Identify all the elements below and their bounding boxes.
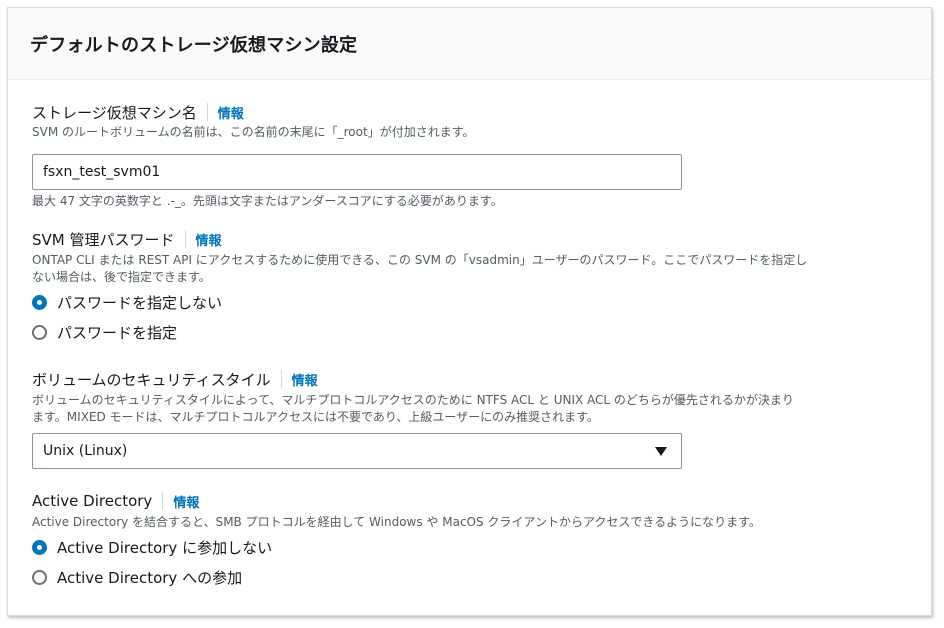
radio-label: Active Directory への参加 — [57, 568, 243, 587]
divider — [206, 103, 208, 121]
settings-panel: デフォルトのストレージ仮想マシン設定 ストレージ仮想マシン名 情報 SVM のル… — [7, 7, 932, 616]
radio-no-password[interactable]: パスワードを指定しない — [32, 287, 912, 317]
svm-password-field: SVM 管理パスワード 情報 ONTAP CLI または REST API にア… — [32, 228, 912, 347]
radio-do-not-join-ad[interactable]: Active Directory に参加しない — [32, 532, 912, 562]
security-style-info-link[interactable]: 情報 — [292, 370, 318, 389]
divider — [184, 230, 186, 248]
radio-specify-password[interactable]: パスワードを指定 — [32, 317, 912, 347]
radio-unchecked-icon[interactable] — [32, 569, 47, 585]
security-style-field: ボリュームのセキュリティスタイル 情報 ボリュームのセキュリティスタイルによって… — [32, 368, 912, 469]
svm-name-input[interactable] — [32, 154, 682, 190]
svm-name-field: ストレージ仮想マシン名 情報 SVM のルートボリュームの名前は、この名前の末尾… — [32, 101, 912, 210]
security-style-select[interactable]: Unix (Linux) — [32, 433, 682, 469]
svm-password-description-line1: ONTAP CLI または REST API にアクセスするために使用できる、こ… — [32, 253, 808, 267]
svm-name-description: SVM のルートボリュームの名前は、この名前の末尾に「_root」が付加されます… — [32, 125, 475, 139]
divider — [280, 370, 282, 388]
radio-checked-icon[interactable] — [32, 539, 47, 555]
active-directory-label: Active Directory — [32, 492, 153, 510]
security-style-label-row: ボリュームのセキュリティスタイル 情報 — [32, 368, 912, 390]
radio-label: Active Directory に参加しない — [57, 538, 273, 557]
svm-name-hint: 最大 47 文字の英数字と .-_。先頭は文字またはアンダースコアにする必要があ… — [32, 194, 503, 208]
caret-down-icon — [655, 446, 667, 456]
panel-title: デフォルトのストレージ仮想マシン設定 — [30, 34, 358, 56]
radio-unchecked-icon[interactable] — [32, 324, 47, 340]
svm-name-label: ストレージ仮想マシン名 — [32, 103, 197, 122]
svm-password-label-row: SVM 管理パスワード 情報 — [32, 228, 912, 250]
active-directory-field: Active Directory 情報 Active Directory を結合… — [32, 490, 912, 592]
radio-checked-icon[interactable] — [32, 294, 47, 310]
svm-password-info-link[interactable]: 情報 — [196, 230, 222, 249]
divider — [162, 492, 164, 510]
security-style-description-line1: ボリュームのセキュリティスタイルによって、マルチプロトコルアクセスのために NT… — [32, 393, 794, 407]
active-directory-label-row: Active Directory 情報 — [32, 490, 912, 512]
radio-join-ad[interactable]: Active Directory への参加 — [32, 562, 912, 592]
svm-password-label: SVM 管理パスワード — [32, 230, 175, 249]
active-directory-description: Active Directory を結合すると、SMB プロトコルを経由して W… — [32, 515, 761, 529]
security-style-description-line2: ます。MIXED モードは、マルチプロトコルアクセスには不要であり、上級ユーザー… — [32, 410, 599, 424]
active-directory-info-link[interactable]: 情報 — [173, 492, 199, 511]
svm-name-label-row: ストレージ仮想マシン名 情報 — [32, 101, 912, 123]
svm-name-info-link[interactable]: 情報 — [218, 103, 244, 122]
security-style-selected-value: Unix (Linux) — [43, 443, 128, 459]
radio-label: パスワードを指定 — [57, 323, 178, 342]
svm-password-description-line2: ない場合は、後で指定できます。 — [32, 270, 211, 284]
radio-label: パスワードを指定しない — [57, 293, 223, 312]
security-style-label: ボリュームのセキュリティスタイル — [32, 370, 271, 389]
panel-header: デフォルトのストレージ仮想マシン設定 — [8, 8, 931, 80]
